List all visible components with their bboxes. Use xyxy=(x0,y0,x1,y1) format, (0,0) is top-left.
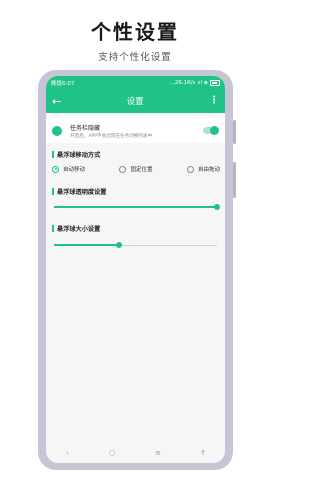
taskbar-hide-icon xyxy=(52,125,62,136)
taskbar-hide-title: 任务栏隐藏 xyxy=(70,124,101,132)
move-section-header: 悬浮球移动方式 xyxy=(52,150,100,159)
radio-option-free-drag[interactable]: 自由拖动 xyxy=(186,165,220,173)
size-slider[interactable] xyxy=(54,242,217,248)
radio-dot xyxy=(186,165,194,173)
radio-dot xyxy=(52,165,59,173)
signal-icon: ııl ◈ xyxy=(197,79,208,86)
status-time: 晚饭6:07 xyxy=(51,80,75,87)
radio-label: 自由拖动 xyxy=(197,167,220,173)
size-section-header: 悬浮球大小设置 xyxy=(52,224,100,233)
nav-menu-icon[interactable]: ≡ xyxy=(155,449,161,457)
radio-label: 固定位置 xyxy=(130,167,153,173)
nav-back-icon[interactable]: ‹ xyxy=(66,449,69,457)
taskbar-hide-description: 开启后，APP不会出现在任务切换列表中 xyxy=(70,133,153,139)
toggle-knob xyxy=(210,126,219,135)
more-vert-icon[interactable]: ⋮ xyxy=(209,96,219,106)
section-marker xyxy=(52,188,54,195)
volume-button xyxy=(233,120,236,144)
radio-option-fixed-position[interactable]: 固定位置 xyxy=(119,165,153,173)
nav-home-icon[interactable]: ○ xyxy=(109,449,115,457)
network-speed: ...26.1K/s xyxy=(169,79,196,86)
radio-dot xyxy=(119,165,127,173)
promo-title: 个性设置 xyxy=(91,20,179,44)
system-nav-bar: ‹ ○ ≡ ☨ xyxy=(46,443,225,463)
section-marker xyxy=(52,225,54,232)
app-bar: ← 设置 ⋮ xyxy=(46,89,225,113)
taskbar-hide-text: 任务栏隐藏 开启后，APP不会出现在任务切换列表中 xyxy=(70,123,203,139)
slider-thumb[interactable] xyxy=(214,204,220,210)
opacity-slider[interactable] xyxy=(54,204,220,210)
taskbar-hide-card: 任务栏隐藏 开启后，APP不会出现在任务切换列表中 xyxy=(46,118,225,143)
phone-screen: 晚饭6:07 ...26.1K/s ııl ◈ ← 设置 ⋮ 任务栏隐藏 开启后… xyxy=(46,76,225,463)
nav-assist-icon[interactable]: ☨ xyxy=(201,449,205,457)
taskbar-hide-toggle[interactable] xyxy=(203,126,219,135)
radio-label: 自动移动 xyxy=(63,167,86,173)
move-section-title: 悬浮球移动方式 xyxy=(57,152,101,159)
page-title: 设置 xyxy=(126,97,144,107)
move-mode-group: 自动移动 固定位置 自由拖动 xyxy=(52,165,220,173)
promo-subtitle: 支持个性化设置 xyxy=(98,52,172,63)
slider-fill xyxy=(54,206,217,208)
radio-option-auto-move[interactable]: 自动移动 xyxy=(52,165,85,173)
size-section-title: 悬浮球大小设置 xyxy=(57,226,101,233)
slider-thumb[interactable] xyxy=(116,242,123,248)
opacity-section-title: 悬浮球透明度设置 xyxy=(57,189,107,196)
status-bar: 晚饭6:07 ...26.1K/s ııl ◈ xyxy=(46,76,225,89)
section-marker xyxy=(52,151,54,158)
back-arrow-icon[interactable]: ← xyxy=(52,96,61,107)
battery-icon xyxy=(210,79,220,86)
status-right: ...26.1K/s ııl ◈ xyxy=(169,79,220,86)
power-button xyxy=(233,162,236,198)
opacity-section-header: 悬浮球透明度设置 xyxy=(52,187,107,196)
phone-mockup: 晚饭6:07 ...26.1K/s ııl ◈ ← 设置 ⋮ 任务栏隐藏 开启后… xyxy=(38,70,236,470)
slider-fill xyxy=(54,244,120,246)
